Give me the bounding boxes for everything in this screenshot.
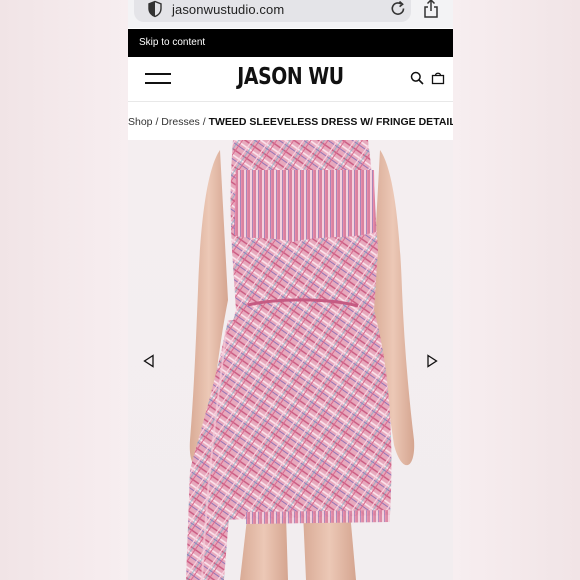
site-header: JASON WU bbox=[128, 57, 453, 102]
breadcrumb-dresses[interactable]: Dresses bbox=[161, 116, 200, 128]
brand-logo[interactable]: JASON WU bbox=[157, 64, 424, 90]
shopping-bag-icon[interactable] bbox=[431, 71, 445, 85]
skip-bar: Skip to content bbox=[128, 29, 453, 57]
url-text: jasonwustudio.com bbox=[172, 2, 285, 17]
browser-url-bar: jasonwustudio.com bbox=[128, 0, 453, 28]
reload-icon[interactable] bbox=[389, 0, 407, 18]
breadcrumb-current: TWEED SLEEVELESS DRESS W/ FRINGE DETAIL bbox=[208, 116, 453, 128]
search-icon[interactable] bbox=[410, 71, 424, 85]
product-gallery bbox=[128, 140, 453, 580]
skip-to-content-link[interactable]: Skip to content bbox=[139, 37, 205, 48]
next-image-arrow-icon[interactable] bbox=[425, 354, 439, 368]
shield-icon bbox=[148, 0, 162, 18]
address-field[interactable]: jasonwustudio.com bbox=[134, 0, 411, 22]
breadcrumb: Shop / Dresses / TWEED SLEEVELESS DRESS … bbox=[128, 116, 453, 128]
mobile-screen: jasonwustudio.com Skip to content JASON … bbox=[128, 0, 453, 580]
previous-image-arrow-icon[interactable] bbox=[142, 354, 156, 368]
breadcrumb-separator: / bbox=[199, 116, 209, 128]
share-icon[interactable] bbox=[422, 0, 440, 19]
product-image[interactable] bbox=[128, 140, 453, 580]
breadcrumb-shop[interactable]: Shop bbox=[128, 116, 153, 128]
breadcrumb-separator: / bbox=[152, 116, 162, 128]
